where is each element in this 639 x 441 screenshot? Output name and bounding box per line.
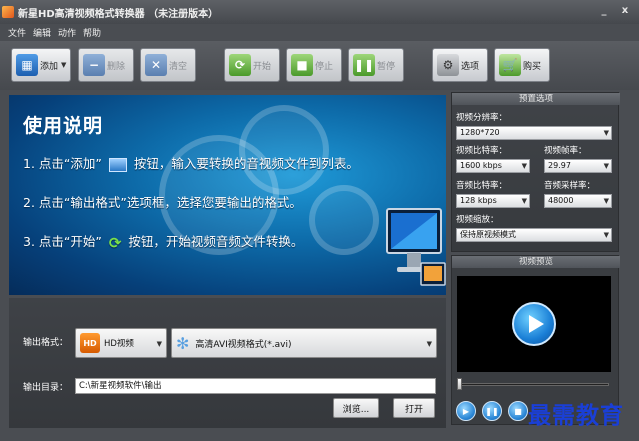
instructions-banner: 使用说明 1. 点击“添加” 按钮，输入要转换的音视频文件到列表。 2. 点击“… [9,95,446,295]
output-format-label: 输出格式： [23,338,69,348]
seek-bar[interactable] [459,383,609,386]
resolution-select[interactable]: 1280*720 ▼ [456,126,612,140]
chevron-down-icon: ▼ [603,197,609,205]
pause-button[interactable]: ❚❚ [482,401,502,421]
clear-button[interactable]: ✕ 清空 [140,48,196,82]
frame-rate-label: 视频帧率： [544,146,587,156]
instruction-step-2: 2. 点击“输出格式”选项框，选择您要输出的格式。 [23,195,302,210]
add-button[interactable]: ▦ 添加 ▼ [11,48,71,82]
video-preview-heading: 视频预览 [452,256,620,268]
chevron-down-icon: ▼ [521,162,527,170]
menu-action[interactable]: 动作 [58,26,76,39]
film-clear-icon: ✕ [145,54,167,76]
instruction-step-3: 3. 点击“开始” ⟳ 按钮，开始视频音频文件转换。 [23,233,304,252]
stop-button[interactable]: ■ [508,401,528,421]
title-bar: 新星HD高清视频格式转换器 （未注册版本） _ x [0,0,639,24]
format-select[interactable]: ✻ 高清AVI视频格式(*.avi) ▼ [171,328,437,358]
film-delete-icon: − [83,54,105,76]
chevron-down-icon: ▼ [603,231,609,239]
video-bitrate-select[interactable]: 1600 kbps ▼ [456,159,530,173]
menu-file[interactable]: 文件 [8,26,26,39]
resolution-label: 视频分辨率： [456,113,508,123]
pause-icon: ❚❚ [485,406,499,416]
chevron-down-icon: ▼ [156,340,162,348]
video-preview-screen [457,276,611,372]
watermark-text: 最需教育 [528,402,624,429]
stop-icon: ■ [514,406,522,416]
menu-bar: 文件 编辑 动作 帮助 [0,24,639,40]
menu-help[interactable]: 帮助 [83,26,101,39]
browse-button[interactable]: 浏览... [333,398,379,418]
snowflake-icon: ✻ [176,333,190,353]
chevron-down-icon: ▼ [603,129,609,137]
seek-handle[interactable] [457,378,462,390]
pause-bars-icon: ❚❚ [353,54,375,76]
preset-options-heading: 预置选项 [452,93,620,105]
hd-icon: HD [80,333,100,353]
chevron-down-icon: ▼ [426,340,432,348]
pause-button[interactable]: ❚❚ 暂停 [348,48,404,82]
options-button[interactable]: ⚙ 选项 [432,48,488,82]
app-logo-icon [2,6,14,18]
chevron-down-icon: ▼ [61,61,67,69]
refresh-arrows-icon: ⟳ [108,233,122,252]
stop-button[interactable]: ■ 停止 [286,48,342,82]
window-controls: _ x [598,5,631,17]
preset-options-panel: 预置选项 视频分辨率： 1280*720 ▼ 视频比特率： 视频帧率： 1600… [451,92,620,252]
window-title: 新星HD高清视频格式转换器 （未注册版本） [18,8,219,20]
shopping-cart-icon: 🛒 [499,54,521,76]
video-bitrate-label: 视频比特率： [456,146,508,156]
play-icon: ▶ [462,406,470,416]
open-button[interactable]: 打开 [393,398,435,418]
close-button[interactable]: x [619,5,631,17]
film-add-icon: ▦ [16,54,38,76]
instructions-title: 使用说明 [23,115,104,137]
refresh-arrows-icon: ⟳ [229,54,251,76]
film-reel-decoration [239,105,329,195]
sample-rate-select[interactable]: 48000 ▼ [544,194,612,208]
app-window: 新星HD高清视频格式转换器 （未注册版本） _ x 文件 编辑 动作 帮助 ▦ … [0,0,639,441]
buy-button[interactable]: 🛒 购买 [494,48,550,82]
stop-square-icon: ■ [291,54,313,76]
film-reel-decoration [309,185,379,255]
start-button[interactable]: ⟳ 开始 [224,48,280,82]
chevron-down-icon: ▼ [521,197,527,205]
minimize-button[interactable]: _ [598,5,610,17]
output-dir-label: 输出目录： [23,383,69,393]
sample-rate-label: 音频采样率： [544,181,596,191]
gear-icon: ⚙ [437,54,459,76]
instruction-step-1: 1. 点击“添加” 按钮，输入要转换的音视频文件到列表。 [23,156,359,172]
output-panel: 输出格式： HD HD视频 ▼ ✻ 高清AVI视频格式(*.avi) ▼ 输出目… [9,298,446,428]
menu-edit[interactable]: 编辑 [33,26,51,39]
play-button[interactable]: ▶ [456,401,476,421]
audio-bitrate-label: 音频比特率： [456,181,508,191]
frame-rate-select[interactable]: 29.97 ▼ [544,159,612,173]
category-select[interactable]: HD HD视频 ▼ [75,328,167,358]
play-icon[interactable] [512,302,556,346]
toolbar: ▦ 添加 ▼ − 删除 ✕ 清空 ⟳ 开始 ■ 停止 ❚❚ 暂停 ⚙ 选项 🛒 [0,41,639,90]
output-dir-input[interactable]: C:\新星视频软件\输出 [75,378,436,394]
video-scale-select[interactable]: 保持原视频模式 ▼ [456,228,612,242]
audio-bitrate-select[interactable]: 128 kbps ▼ [456,194,530,208]
delete-button[interactable]: − 删除 [78,48,134,82]
film-add-icon [108,157,127,172]
video-scale-label: 视频缩放： [456,215,499,225]
chevron-down-icon: ▼ [603,162,609,170]
monitor-illustration [386,208,446,286]
